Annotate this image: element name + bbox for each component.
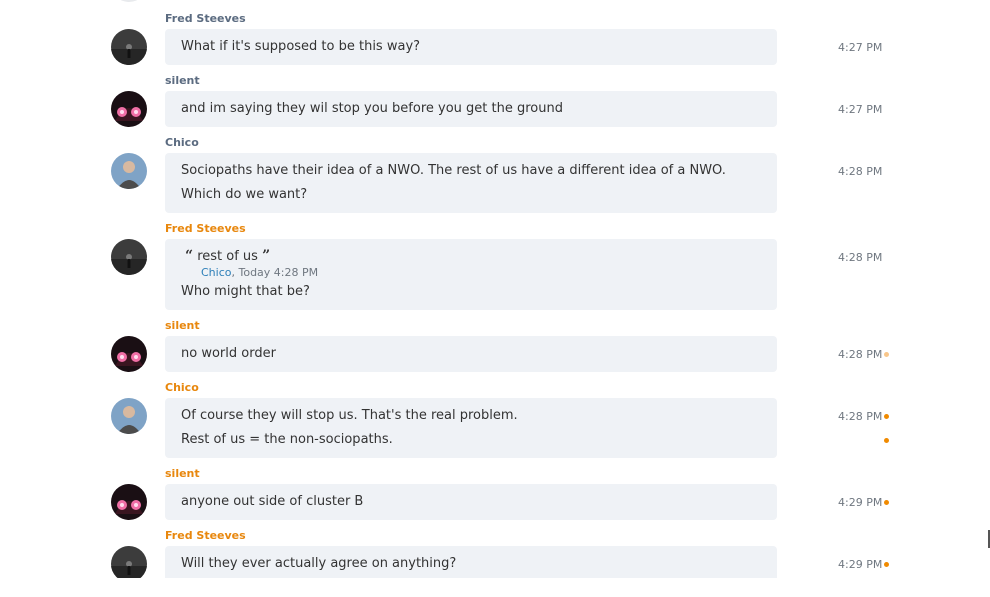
- message-author[interactable]: silent: [165, 467, 200, 480]
- message-bubble[interactable]: no world order: [165, 336, 777, 372]
- unread-dot: [884, 500, 889, 505]
- message-bubble[interactable]: and im saying they wil stop you before y…: [165, 91, 777, 127]
- message-text: Rest of us = the non-sociopaths.: [181, 432, 393, 447]
- avatar: [111, 0, 147, 2]
- message-bubble[interactable]: Will they ever actually agree on anythin…: [165, 546, 777, 578]
- chat-history[interactable]: Fred Steeves What if it's supposed to be…: [0, 0, 990, 578]
- chico-avatar[interactable]: [111, 398, 147, 434]
- message-bubble[interactable]: “ rest of us ” Chico, Today 4:28 PM Who …: [165, 239, 777, 310]
- fred-avatar[interactable]: [111, 546, 147, 578]
- message-bubble[interactable]: Sociopaths have their idea of a NWO. The…: [165, 153, 777, 213]
- open-quote-icon: “: [185, 248, 194, 264]
- message-text: What if it's supposed to be this way?: [181, 39, 421, 54]
- close-quote-icon: ”: [262, 248, 271, 264]
- message-text: Will they ever actually agree on anythin…: [181, 556, 457, 571]
- chico-avatar[interactable]: [111, 153, 147, 189]
- message-bubble[interactable]: What if it's supposed to be this way?: [165, 29, 777, 65]
- message-author[interactable]: silent: [165, 74, 200, 87]
- quote-text: rest of us: [197, 249, 258, 264]
- message-time: 4:27 PM: [838, 41, 883, 54]
- message-author[interactable]: Fred Steeves: [165, 529, 246, 542]
- message-text: Who might that be?: [181, 284, 310, 299]
- message-time: 4:29 PM: [838, 558, 883, 571]
- unread-dot: [884, 562, 889, 567]
- fred-avatar[interactable]: [111, 29, 147, 65]
- message-time: 4:28 PM: [838, 410, 883, 423]
- message-time: 4:28 PM: [838, 348, 883, 361]
- quote-author-link[interactable]: Chico: [201, 266, 232, 279]
- message-author[interactable]: Chico: [165, 381, 199, 394]
- unread-dot: [884, 438, 889, 443]
- quoted-message: “ rest of us ”: [181, 247, 761, 266]
- silent-avatar[interactable]: [111, 91, 147, 127]
- message-author[interactable]: Fred Steeves: [165, 222, 246, 235]
- message-text: Which do we want?: [181, 187, 308, 202]
- message-time: 4:28 PM: [838, 251, 883, 264]
- message-bubble[interactable]: anyone out side of cluster B: [165, 484, 777, 520]
- unread-dot: [884, 414, 889, 419]
- message-text: Of course they will stop us. That's the …: [181, 408, 518, 423]
- quote-timestamp: , Today 4:28 PM: [231, 266, 319, 279]
- message-time: 4:29 PM: [838, 496, 883, 509]
- message-text: and im saying they wil stop you before y…: [181, 101, 563, 116]
- quote-meta: Chico, Today 4:28 PM: [181, 266, 761, 280]
- silent-avatar[interactable]: [111, 484, 147, 520]
- message-text: Sociopaths have their idea of a NWO. The…: [181, 163, 726, 178]
- message-text: no world order: [181, 346, 276, 361]
- message-author[interactable]: silent: [165, 319, 200, 332]
- message-time: 4:27 PM: [838, 103, 883, 116]
- message-time: 4:28 PM: [838, 165, 883, 178]
- message-author[interactable]: Fred Steeves: [165, 12, 246, 25]
- fred-avatar[interactable]: [111, 239, 147, 275]
- sending-status-dot: [884, 352, 889, 357]
- message-text: anyone out side of cluster B: [181, 494, 364, 509]
- silent-avatar[interactable]: [111, 336, 147, 372]
- message-author[interactable]: Chico: [165, 136, 199, 149]
- message-bubble[interactable]: Of course they will stop us. That's the …: [165, 398, 777, 458]
